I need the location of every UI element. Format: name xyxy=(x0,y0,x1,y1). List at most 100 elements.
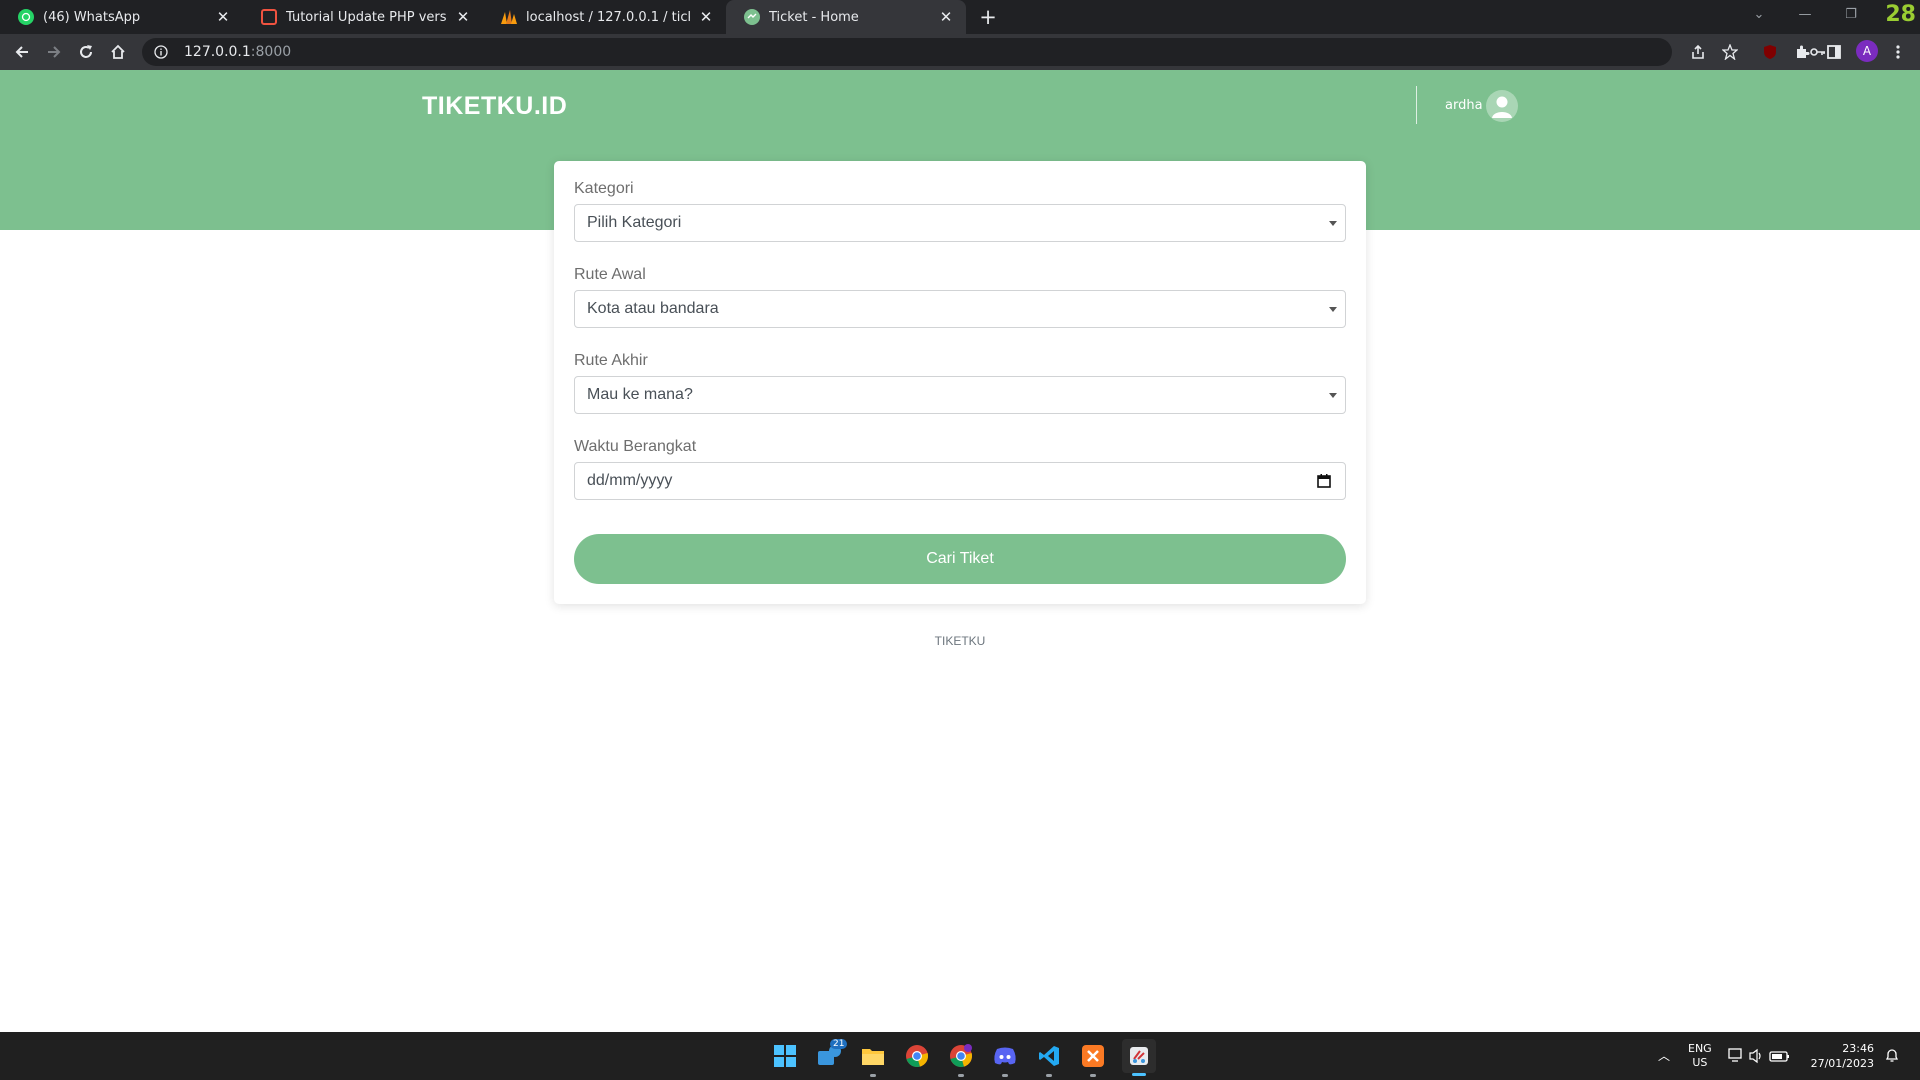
site-brand[interactable]: TIKETKU.ID xyxy=(422,92,567,121)
site-icon xyxy=(744,9,760,25)
star-icon xyxy=(1722,44,1738,60)
start-button[interactable] xyxy=(770,1041,800,1071)
footer-text: TIKETKU xyxy=(934,634,986,648)
clock-time: 23:46 xyxy=(1842,1042,1874,1055)
chrome-profile-button[interactable] xyxy=(946,1041,976,1077)
notification-button[interactable] xyxy=(1884,1047,1900,1066)
widgets-button[interactable]: 21 xyxy=(814,1039,848,1071)
active-indicator xyxy=(1132,1073,1146,1076)
corner-counter: 28 xyxy=(1885,2,1916,27)
quick-settings[interactable] xyxy=(1728,1047,1792,1068)
back-arrow-icon xyxy=(15,46,28,58)
waktu-berangkat-label: Waktu Berangkat xyxy=(574,438,697,455)
date-placeholder: dd/mm/yyyy xyxy=(587,472,673,489)
tab-search-icon[interactable]: ⌄ xyxy=(1744,0,1774,30)
user-avatar[interactable] xyxy=(1486,90,1518,122)
close-tab-icon[interactable]: ✕ xyxy=(215,8,231,26)
share-icon xyxy=(1692,44,1704,59)
widgets-badge: 21 xyxy=(830,1039,848,1049)
url-port: :8000 xyxy=(250,44,292,60)
file-explorer-button[interactable] xyxy=(858,1041,888,1077)
side-panel-button[interactable] xyxy=(1822,40,1846,64)
home-icon xyxy=(111,44,125,59)
kategori-value: Pilih Kategori xyxy=(587,214,682,231)
network-icon xyxy=(1728,1048,1742,1062)
dropdown-caret-icon xyxy=(1329,307,1337,312)
reload-icon xyxy=(80,45,92,58)
rute-akhir-select[interactable]: Mau ke mana? xyxy=(574,376,1346,414)
new-tab-button[interactable]: + xyxy=(976,5,1000,29)
running-indicator xyxy=(958,1074,964,1077)
minimize-button[interactable]: — xyxy=(1790,0,1820,30)
forward-button[interactable] xyxy=(42,40,66,64)
browser-menu-button[interactable] xyxy=(1886,40,1910,64)
tab-whatsapp[interactable]: (46) WhatsApp ✕ xyxy=(0,0,243,34)
puzzle-icon xyxy=(1797,45,1810,58)
discord-button[interactable] xyxy=(990,1041,1020,1077)
tab-phpmyadmin[interactable]: localhost / 127.0.0.1 / ticket / use ✕ xyxy=(483,0,726,34)
close-tab-icon[interactable]: ✕ xyxy=(938,8,954,26)
chrome-icon xyxy=(906,1045,929,1067)
forward-arrow-icon xyxy=(48,46,61,58)
cari-tiket-button[interactable]: Cari Tiket xyxy=(574,534,1346,584)
rute-akhir-value: Mau ke mana? xyxy=(587,386,693,403)
tab-title: (46) WhatsApp xyxy=(43,9,141,25)
ublock-icon xyxy=(1764,45,1776,59)
rute-awal-label: Rute Awal xyxy=(574,266,646,283)
url-host: 127.0.0.1 xyxy=(184,44,251,60)
whatsapp-icon xyxy=(18,9,34,25)
running-indicator xyxy=(1090,1074,1096,1077)
laravel-icon xyxy=(261,9,277,25)
restore-button[interactable]: ❐ xyxy=(1836,0,1866,30)
vscode-button[interactable] xyxy=(1034,1041,1064,1077)
rute-awal-value: Kota atau bandara xyxy=(587,300,719,317)
folder-icon xyxy=(862,1049,884,1065)
lang-region: US xyxy=(1692,1056,1708,1069)
close-tab-icon[interactable]: ✕ xyxy=(698,8,714,26)
chrome-profile-icon xyxy=(950,1044,973,1067)
running-indicator xyxy=(1002,1074,1008,1077)
header-divider xyxy=(1416,86,1417,124)
windows-logo-icon xyxy=(774,1045,796,1067)
waktu-berangkat-date-input[interactable]: dd/mm/yyyy xyxy=(574,462,1346,500)
reload-button[interactable] xyxy=(74,40,98,64)
tray-overflow-chevron-icon[interactable]: ︿ xyxy=(1658,1032,1670,1080)
close-tab-icon[interactable]: ✕ xyxy=(455,8,471,26)
calendar-icon[interactable] xyxy=(1317,474,1331,488)
address-bar[interactable]: 127.0.0.1:8000 xyxy=(142,38,1825,66)
rute-awal-select[interactable]: Kota atau bandara xyxy=(574,290,1346,328)
tab-tutorial[interactable]: Tutorial Update PHP versi 7 ke 8 ✕ xyxy=(243,0,483,34)
url-text: 127.0.0.1:8000 xyxy=(184,44,291,60)
bookmark-button[interactable] xyxy=(1718,40,1742,64)
discord-icon xyxy=(994,1047,1016,1065)
lang-code: ENG xyxy=(1688,1042,1712,1055)
vscode-icon xyxy=(1039,1046,1059,1066)
username-label[interactable]: ardha xyxy=(1445,98,1483,113)
browser-toolbar: 127.0.0.1:8000 xyxy=(0,34,1920,70)
notification-bell-icon xyxy=(1885,1049,1899,1062)
rute-akhir-label: Rute Akhir xyxy=(574,352,648,369)
profile-avatar[interactable]: A xyxy=(1856,40,1878,62)
clock-date: 27/01/2023 xyxy=(1810,1057,1874,1070)
browser-tab-strip: (46) WhatsApp ✕ Tutorial Update PHP vers… xyxy=(0,0,1920,34)
more-vert-icon xyxy=(1896,45,1900,59)
extensions-button[interactable] xyxy=(1790,40,1814,64)
tab-ticket-home[interactable]: Ticket - Home ✕ xyxy=(726,0,966,34)
running-indicator xyxy=(1046,1074,1052,1077)
ublock-extension-button[interactable] xyxy=(1758,40,1782,64)
snipping-tool-button[interactable] xyxy=(1122,1039,1156,1076)
snipping-tool-icon xyxy=(1130,1047,1148,1065)
volume-icon xyxy=(1749,1048,1761,1064)
chrome-button[interactable] xyxy=(902,1041,932,1071)
phpmyadmin-icon xyxy=(501,9,517,25)
windows-taskbar: 21 ︿ ENG US 23:46 27/01/2023 xyxy=(0,1032,1920,1080)
share-button[interactable] xyxy=(1686,40,1710,64)
info-icon[interactable] xyxy=(154,45,168,59)
input-language[interactable]: ENG US xyxy=(1688,1042,1712,1070)
back-button[interactable] xyxy=(10,40,34,64)
clock[interactable]: 23:46 27/01/2023 xyxy=(1806,1041,1874,1071)
xampp-button[interactable] xyxy=(1078,1041,1108,1077)
home-button[interactable] xyxy=(106,40,130,64)
kategori-select[interactable]: Pilih Kategori xyxy=(574,204,1346,242)
tab-title: Tutorial Update PHP versi 7 ke 8 xyxy=(286,9,447,25)
